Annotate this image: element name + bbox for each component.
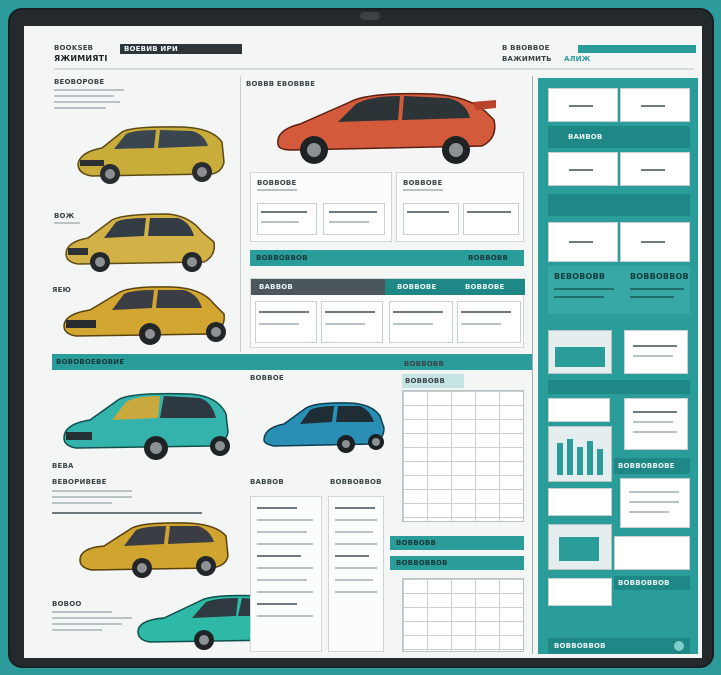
right-card-4[interactable] <box>620 152 690 186</box>
monitor-bezel: BOOKSEB ЯЖИМИЯТІ ВОЕВИВ ИРИ В ВВОВВОЕ ВА… <box>8 8 714 668</box>
middle-band-right: ВОВВОВВ <box>468 254 508 262</box>
stat-grid <box>402 390 524 522</box>
spec-card-a-title: ВОВВОВЕ <box>257 179 297 187</box>
section-band-label: ВОВОВОЕВОВИЕ <box>56 358 125 366</box>
car-image-gold-hatch[interactable] <box>72 122 232 192</box>
car-caption: ВОВВОЕ <box>250 374 284 382</box>
section-band-main: ВОВОВОЕВОВИЕ <box>52 354 532 370</box>
brand-top: BOOKSEB <box>54 44 94 52</box>
left-label-6: ВОВОО <box>52 600 82 608</box>
promo-right: ВОВВОВВОВ <box>630 272 689 281</box>
spec-table-head-a: ВАВВОВ <box>259 283 293 291</box>
right-card-5[interactable] <box>548 222 618 262</box>
middle-band: ВОВВОВВОВ ВОВВОВВ <box>250 250 524 266</box>
spec-card-b[interactable]: ВОВВОВЕ <box>396 172 524 242</box>
chart-thumb-2[interactable] <box>548 426 612 482</box>
right-band-mid: ВОВВОВВОВЕ <box>618 462 675 470</box>
right-band-1 <box>548 194 690 216</box>
header-sub: ВАЖИМИТЬ <box>502 55 552 63</box>
header-tab[interactable]: ВОЕВИВ ИРИ <box>120 44 242 54</box>
right-card-8[interactable] <box>548 398 610 422</box>
right-card-7[interactable] <box>624 330 688 374</box>
spec-card-a[interactable]: ВОВВОВЕ <box>250 172 392 242</box>
car-image-gold-sedan[interactable] <box>60 278 230 348</box>
promo-block: ВЕВОВОВВ ВОВВОВВОВ <box>548 266 690 314</box>
header-code: В ВВОВВОЕ <box>502 44 550 52</box>
right-footer-label: ВОВВОВВОВ <box>554 642 606 650</box>
spec-table-head-c: ВОВВОВЕ <box>465 283 505 291</box>
right-card-11[interactable] <box>548 488 612 516</box>
car-image-blue-sedan[interactable] <box>260 396 390 458</box>
header-accent-bar <box>578 45 696 53</box>
webcam-icon <box>360 12 380 20</box>
left-label-5b: ВЕВОРИВЕВЕ <box>52 478 107 486</box>
sub-table-b <box>328 496 384 652</box>
car-image-teal-hatch[interactable] <box>60 386 236 466</box>
spec-table-head-b: ВОВВОВЕ <box>397 283 437 291</box>
right-card-1[interactable] <box>548 88 618 122</box>
spec-table: ВАВВОВ ВОВВОВЕ ВОВВОВЕ <box>250 278 525 348</box>
bottom-grid <box>402 578 524 652</box>
left-top-caption: ВЕОВОРОВЕ <box>54 78 105 86</box>
right-footer: ВОВВОВВОВ <box>548 638 690 654</box>
right-band-low: ВОВВОВВОВ <box>618 579 670 587</box>
bottom-band-b: ВОВВОВВОВ <box>390 556 524 570</box>
right-card-6[interactable] <box>620 222 690 262</box>
right-card-9[interactable] <box>624 398 688 450</box>
right-card-12[interactable] <box>614 536 690 570</box>
header-badge: АЛИЖ <box>564 55 591 63</box>
screen: BOOKSEB ЯЖИМИЯТІ ВОЕВИВ ИРИ В ВВОВВОЕ ВА… <box>24 26 702 658</box>
sub-table-a <box>250 496 322 652</box>
spec-card-b-title: ВОВВОВЕ <box>403 179 443 187</box>
brand-bottom: ЯЖИМИЯТІ <box>54 54 108 63</box>
left-label-5: ВЕВА <box>52 462 74 470</box>
car-image-red-hero[interactable] <box>272 86 502 166</box>
promo-left: ВЕВОВОВВ <box>554 272 606 281</box>
bottom-band-a: ВОВВОВВ <box>390 536 524 550</box>
header-tab-label: ВОЕВИВ ИРИ <box>124 45 178 53</box>
right-band-2 <box>548 380 690 394</box>
sub-b-label: ВОВВОВВОВ <box>330 478 382 486</box>
right-card-3[interactable] <box>548 152 618 186</box>
stat-title: ВОВВОВВ <box>404 360 444 368</box>
car-image-yellow-suv[interactable] <box>60 208 220 278</box>
status-dot-icon <box>674 641 684 651</box>
stat-sub: ВОВВОВВ <box>405 377 445 385</box>
chart-thumb-1[interactable] <box>548 330 612 374</box>
right-card-13[interactable] <box>548 578 612 606</box>
header-divider <box>54 68 694 70</box>
car-image-gold-coupe[interactable] <box>76 516 236 580</box>
right-card-10[interactable] <box>620 478 690 528</box>
right-block-a: ВАИВОВ <box>568 133 603 141</box>
chart-thumb-3[interactable] <box>548 524 612 570</box>
middle-band-left: ВОВВОВВОВ <box>256 254 308 262</box>
right-card-2[interactable] <box>620 88 690 122</box>
sub-a-label: ВАВВОВ <box>250 478 284 486</box>
